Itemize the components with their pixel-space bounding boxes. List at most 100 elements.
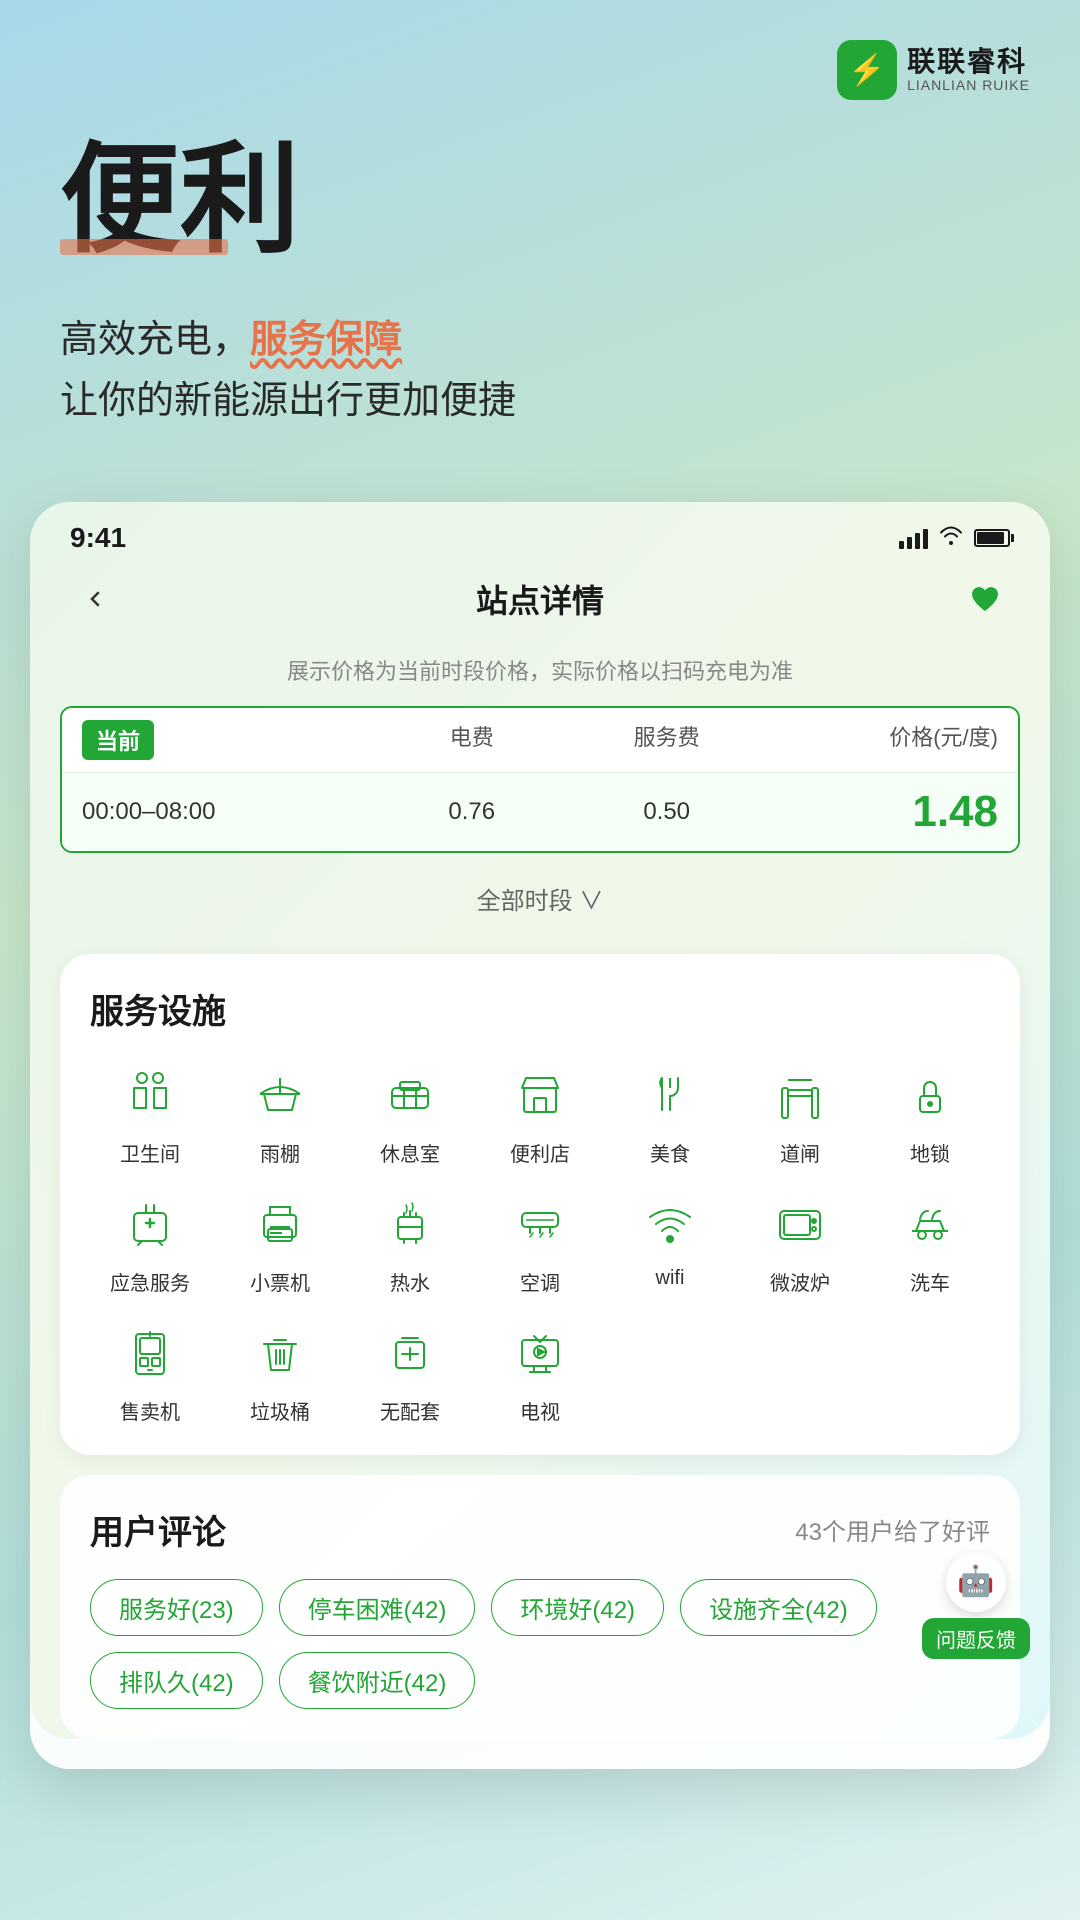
phone-content: 9:41 [30, 502, 1050, 1739]
price-row: 00:00–08:00 0.76 0.50 1.48 [62, 772, 1018, 851]
service-item-printer: 小票机 [220, 1187, 340, 1296]
electricity-fee: 0.76 [374, 798, 569, 826]
carwash-icon [894, 1187, 966, 1259]
service-label-hotwater: 热水 [390, 1267, 430, 1296]
logo: ⚡ 联联睿科 LIANLIAN RUIKE [837, 40, 1030, 100]
service-label-store: 便利店 [510, 1138, 570, 1167]
back-button[interactable] [70, 574, 120, 624]
current-tag: 当前 [82, 720, 154, 760]
store-icon [504, 1058, 576, 1130]
subtitle-before: 高效充电， [60, 319, 250, 361]
service-item-emergency: 应急服务 [90, 1187, 210, 1296]
trash-icon [244, 1316, 316, 1388]
gate-icon [764, 1058, 836, 1130]
review-tag-2[interactable]: 环境好(42) [491, 1579, 664, 1636]
microwave-icon [764, 1187, 836, 1259]
review-tag-5[interactable]: 餐饮附近(42) [279, 1652, 476, 1709]
service-label-carwash: 洗车 [910, 1267, 950, 1296]
top-bar: ⚡ 联联睿科 LIANLIAN RUIKE [0, 0, 1080, 120]
status-icons [899, 525, 1010, 551]
favorite-button[interactable] [960, 574, 1010, 624]
app-header: 站点详情 [30, 564, 1050, 644]
service-label-ac: 空调 [520, 1267, 560, 1296]
feedback-button[interactable]: 问题反馈 [922, 1618, 1030, 1659]
rest-icon [374, 1058, 446, 1130]
service-item-microwave: 微波炉 [740, 1187, 860, 1296]
logo-zh: 联联睿科 [907, 47, 1030, 78]
printer-icon [244, 1187, 316, 1259]
col-electricity: 电费 [374, 720, 569, 760]
service-label-toilet: 卫生间 [120, 1138, 180, 1167]
service-label-microwave: 微波炉 [770, 1267, 830, 1296]
time-range: 00:00–08:00 [82, 798, 374, 826]
nokit-icon [374, 1316, 446, 1388]
signal-icon [899, 527, 928, 549]
tv-icon [504, 1316, 576, 1388]
subtitle-highlight: 服务保障 [250, 319, 402, 361]
service-item-food: 美食 [610, 1058, 730, 1167]
hotwater-icon [374, 1187, 446, 1259]
canopy-icon [244, 1058, 316, 1130]
service-item-canopy: 雨棚 [220, 1058, 340, 1167]
col-price: 价格(元/度) [764, 720, 998, 760]
hero-subtitle: 高效充电，服务保障 让你的新能源出行更加便捷 [60, 310, 1020, 432]
review-tag-3[interactable]: 设施齐全(42) [680, 1579, 877, 1636]
service-item-tv: 电视 [480, 1316, 600, 1425]
service-label-lock: 地锁 [910, 1138, 950, 1167]
service-label-vending: 售卖机 [120, 1396, 180, 1425]
lock-icon [894, 1058, 966, 1130]
hero-section: 便利 高效充电，服务保障 让你的新能源出行更加便捷 [0, 120, 1080, 472]
reviews-header: 用户评论 43个用户给了好评 [90, 1505, 990, 1554]
service-label-tv: 电视 [520, 1396, 560, 1425]
phone-mockup: 9:41 [30, 502, 1050, 1769]
toilet-icon [114, 1058, 186, 1130]
phone-card-inner: 9:41 [30, 502, 1050, 1739]
notice-bar: 展示价格为当前时段价格，实际价格以扫码充电为准 [30, 644, 1050, 696]
service-label-printer: 小票机 [250, 1267, 310, 1296]
status-bar: 9:41 [30, 502, 1050, 564]
review-tag-1[interactable]: 停车困难(42) [279, 1579, 476, 1636]
service-label-food: 美食 [650, 1138, 690, 1167]
service-label-nokit: 无配套 [380, 1396, 440, 1425]
hero-title: 便利 [60, 140, 300, 260]
services-card: 服务设施 卫生间 雨棚 休息室 便利店 美食 道闸 [60, 954, 1020, 1455]
service-item-ac: 空调 [480, 1187, 600, 1296]
service-label-gate: 道闸 [780, 1138, 820, 1167]
service-label-wifi: wifi [656, 1267, 685, 1290]
services-title: 服务设施 [90, 984, 990, 1033]
service-item-wifi: wifi [610, 1187, 730, 1296]
vending-icon [114, 1316, 186, 1388]
price-table: 当前 电费 服务费 价格(元/度) 00:00–08:00 0.76 0.50 … [60, 706, 1020, 853]
service-item-rest: 休息室 [350, 1058, 470, 1167]
service-item-carwash: 洗车 [870, 1187, 990, 1296]
service-item-hotwater: 热水 [350, 1187, 470, 1296]
price-table-header: 当前 电费 服务费 价格(元/度) [62, 708, 1018, 772]
reviews-card: 用户评论 43个用户给了好评 服务好(23) 停车困难(42) 环境好(42) 设施齐… [60, 1475, 1020, 1739]
review-tag-0[interactable]: 服务好(23) [90, 1579, 263, 1636]
logo-en: LIANLIAN RUIKE [907, 78, 1030, 93]
service-fee: 0.50 [569, 798, 764, 826]
all-periods-button[interactable]: 全部时段 ∨ [30, 863, 1050, 934]
battery-icon [974, 529, 1010, 547]
page-title: 站点详情 [476, 576, 604, 622]
col-service: 服务费 [569, 720, 764, 760]
review-tag-4[interactable]: 排队久(42) [90, 1652, 263, 1709]
total-price: 1.48 [764, 787, 998, 837]
feedback-bot-avatar: 🤖 [946, 1552, 1006, 1612]
service-label-rest: 休息室 [380, 1138, 440, 1167]
service-label-emergency: 应急服务 [110, 1267, 190, 1296]
wifi-icon [634, 1187, 706, 1259]
ac-icon [504, 1187, 576, 1259]
service-item-lock: 地锁 [870, 1058, 990, 1167]
service-item-gate: 道闸 [740, 1058, 860, 1167]
emergency-icon [114, 1187, 186, 1259]
service-item-toilet: 卫生间 [90, 1058, 210, 1167]
logo-icon: ⚡ [837, 40, 897, 100]
logo-text: 联联睿科 LIANLIAN RUIKE [907, 47, 1030, 93]
reviews-count: 43个用户给了好评 [795, 1512, 990, 1547]
reviews-title: 用户评论 [90, 1505, 226, 1554]
services-grid: 卫生间 雨棚 休息室 便利店 美食 道闸 地锁 应急服务 [90, 1058, 990, 1425]
service-item-vending: 售卖机 [90, 1316, 210, 1425]
status-time: 9:41 [70, 522, 126, 554]
service-label-canopy: 雨棚 [260, 1138, 300, 1167]
